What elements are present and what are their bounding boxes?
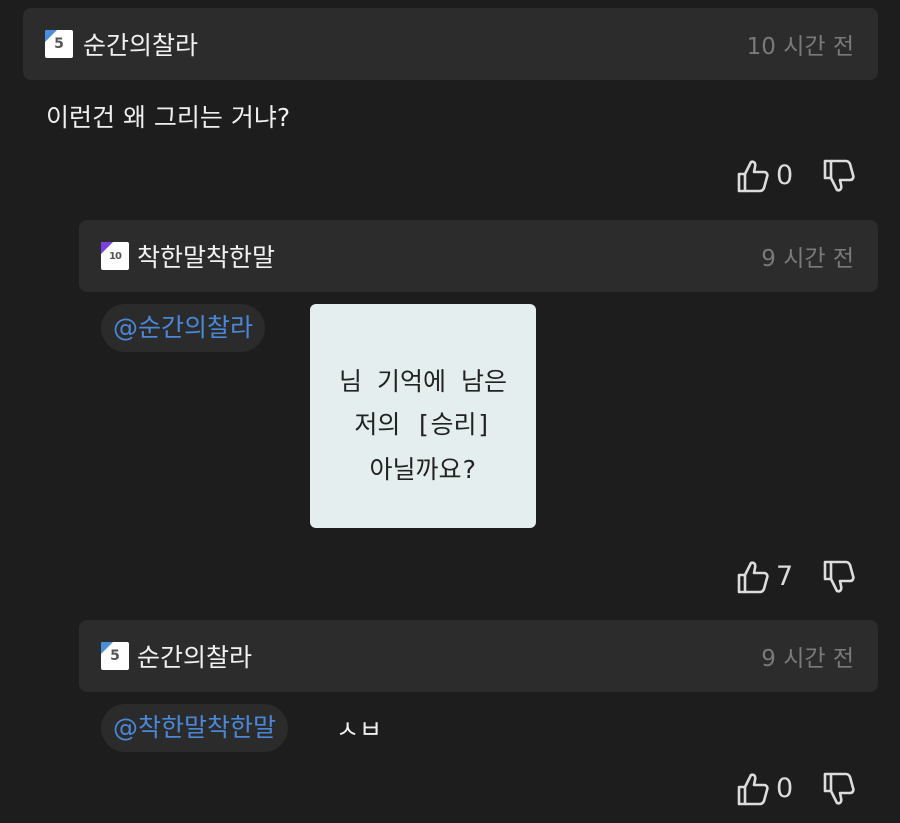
thumbs-down-icon[interactable]: [822, 559, 856, 595]
level-badge-icon: 5: [45, 30, 73, 58]
comment-username[interactable]: 순간의찰라: [137, 638, 252, 674]
like-count: 0: [776, 773, 794, 804]
thumbs-up-icon[interactable]: [736, 559, 770, 595]
thumbs-up-icon[interactable]: [736, 771, 770, 807]
thumbs-down-icon[interactable]: [822, 771, 856, 807]
vote-row: 0: [736, 771, 856, 807]
comment-header: 10 착한말착한말 9 시간 전: [79, 220, 878, 292]
mention-chip[interactable]: @순간의찰라: [101, 304, 266, 352]
level-badge-icon: 5: [101, 642, 129, 670]
comment-username[interactable]: 착한말착한말: [137, 238, 275, 274]
thumbs-up-icon[interactable]: [736, 158, 770, 194]
vote-row: 0: [736, 158, 856, 194]
like-count: 7: [776, 561, 794, 592]
comment-timestamp: 9 시간 전: [761, 646, 854, 672]
sticker-text: 님 기억에 남은: [338, 367, 508, 396]
mention-chip[interactable]: @착한말착한말: [101, 704, 289, 752]
vote-row: 7: [736, 559, 856, 595]
comment-timestamp: 10 시간 전: [746, 34, 854, 60]
thumbs-down-icon[interactable]: [822, 158, 856, 194]
comment-timestamp: 9 시간 전: [761, 246, 854, 272]
comment-text: ㅅㅂ: [336, 715, 383, 744]
like-count: 0: [776, 160, 794, 191]
sticker-image: 님 기억에 남은 저의 [승리] 아닐까요?: [310, 304, 536, 528]
comment-username[interactable]: 순간의찰라: [83, 26, 198, 62]
comment-text: 이런건 왜 그리는 거냐?: [46, 103, 291, 132]
sticker-text: 아닐까요?: [369, 455, 477, 484]
comment-header: 5 순간의찰라 10 시간 전: [23, 8, 878, 80]
sticker-text: 저의 [승리]: [354, 410, 492, 439]
comment-header: 5 순간의찰라 9 시간 전: [79, 620, 878, 692]
level-badge-icon: 10: [101, 242, 129, 270]
